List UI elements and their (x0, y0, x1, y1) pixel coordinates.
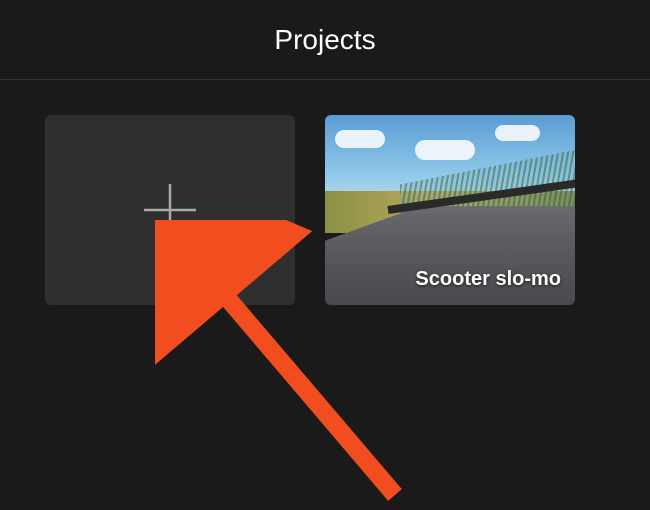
plus-icon (138, 178, 202, 242)
project-tile[interactable]: Scooter slo-mo (325, 115, 575, 305)
new-project-tile[interactable] (45, 115, 295, 305)
project-label: Scooter slo-mo (415, 268, 561, 291)
page-title: Projects (274, 24, 375, 56)
header: Projects (0, 0, 650, 80)
projects-grid: Scooter slo-mo (0, 80, 650, 340)
